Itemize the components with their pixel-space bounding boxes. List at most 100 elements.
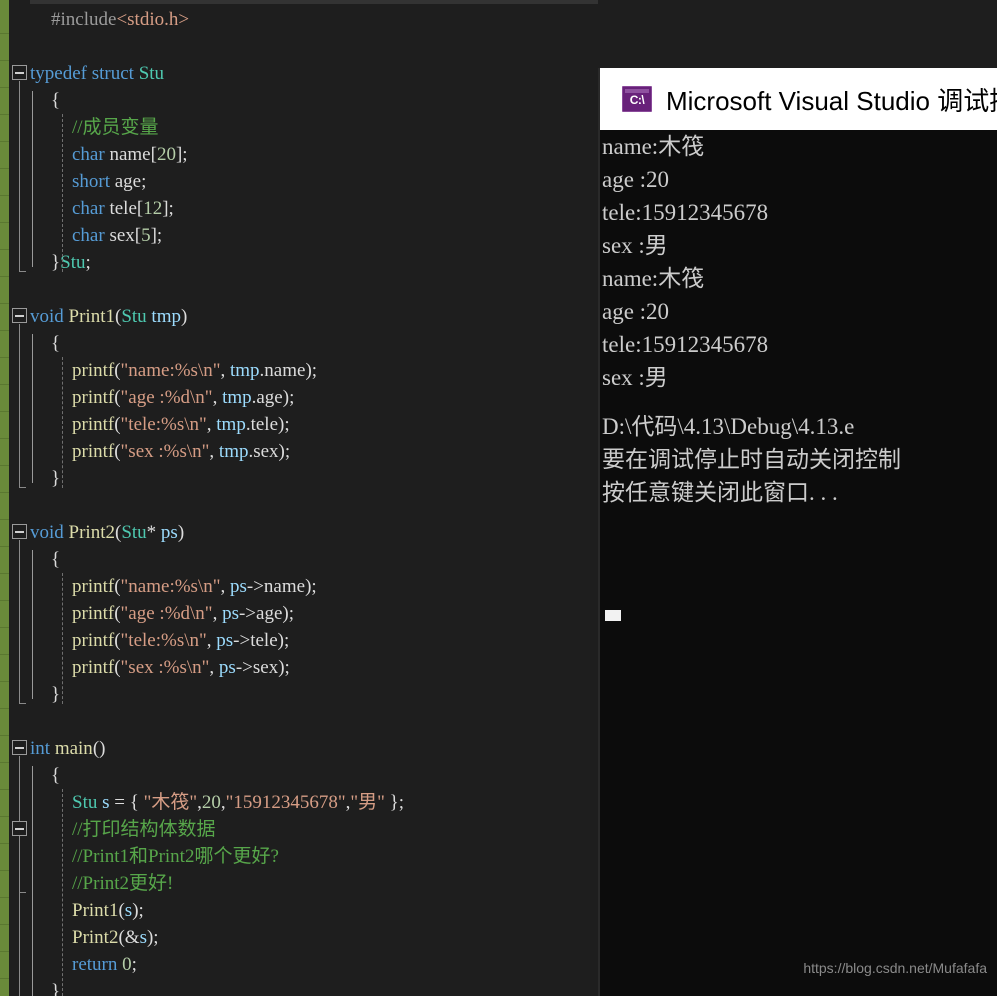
watermark-url: https://blog.csdn.net/Mufafafa (803, 960, 987, 976)
code-token: s (139, 927, 147, 948)
code-token: { (51, 90, 61, 111)
code-line: printf("tele:%s\n", tmp.tele); (72, 411, 290, 438)
code-token: "age :%d\n" (120, 603, 213, 624)
change-strip-separator (0, 114, 9, 115)
fold-collapse-button[interactable] (12, 308, 27, 323)
indent-guide (62, 357, 63, 488)
change-strip-separator (0, 330, 9, 331)
code-token: main (54, 738, 93, 759)
code-editor-pane[interactable]: #include<stdio.h> typedef struct Stu { //成员… (0, 0, 598, 996)
code-token: "name:%s\n" (120, 576, 221, 597)
console-title-bar[interactable]: C:\ Microsoft Visual Studio 调试控制台 (600, 68, 997, 130)
code-line: }Stu; (51, 249, 91, 276)
console-cursor (605, 610, 621, 621)
code-token: s (102, 792, 110, 813)
code-line: //Print2更好! (72, 870, 173, 897)
code-token: "tele:%s\n" (120, 630, 207, 651)
console-icon-label: C:\ (629, 93, 645, 107)
fold-collapse-button[interactable] (12, 821, 27, 836)
code-token: , (220, 360, 230, 381)
console-exit-line: 按任意键关闭此窗口. . . (602, 480, 838, 505)
console-output-line: tele:15912345678 (602, 332, 769, 357)
code-token: .name); (259, 360, 318, 381)
code-token: char (72, 198, 105, 219)
code-token: , (206, 414, 217, 435)
code-token: ); (132, 900, 144, 921)
change-strip-separator (0, 897, 9, 898)
code-token: //Print2更好! (72, 873, 174, 894)
code-line: printf("age :%d\n", ps->age); (72, 600, 294, 627)
console-output-line: name:木筏 (602, 134, 705, 159)
code-token: tmp (216, 414, 246, 435)
code-token: age; (110, 171, 147, 192)
console-window-title: Microsoft Visual Studio 调试控制台 (666, 85, 997, 116)
fold-collapse-button[interactable] (12, 524, 27, 539)
code-token: * (146, 522, 161, 543)
code-token: "15912345678" (225, 792, 346, 813)
brace-guide (32, 766, 33, 996)
code-line: printf("name:%s\n", tmp.name); (72, 357, 317, 384)
brace-guide (32, 550, 33, 699)
change-strip-separator (0, 411, 9, 412)
change-strip-separator (0, 492, 9, 493)
change-strip-separator (0, 60, 9, 61)
code-token: printf (72, 603, 115, 624)
change-strip-separator (0, 870, 9, 871)
code-token: { (51, 549, 61, 570)
console-app-icon: C:\ (622, 86, 652, 112)
code-line: { (51, 330, 60, 357)
change-strip-separator (0, 924, 9, 925)
brace-guide (32, 91, 33, 267)
code-token: "sex :%s\n" (120, 657, 210, 678)
code-line: int main() (30, 735, 105, 762)
code-line: char tele[12]; (72, 195, 174, 222)
change-strip-separator (0, 249, 9, 250)
code-token: <stdio.h> (116, 9, 190, 30)
code-token: printf (72, 576, 115, 597)
fold-bracket-foot (19, 703, 26, 704)
change-strip-separator (0, 438, 9, 439)
fold-bracket-line (19, 81, 20, 271)
code-token: #include (51, 9, 117, 30)
code-line: #include<stdio.h> (51, 6, 189, 33)
code-token: ->age); (238, 603, 294, 624)
code-token: } (51, 981, 61, 996)
code-line: typedef struct Stu (30, 60, 164, 87)
code-token: , (206, 630, 217, 651)
code-token: char (72, 144, 105, 165)
code-token: "木筏" (143, 792, 198, 813)
code-token: sex (104, 225, 135, 246)
debug-console-window[interactable]: C:\ Microsoft Visual Studio 调试控制台 name:木… (598, 68, 997, 996)
change-strip-separator (0, 465, 9, 466)
code-line: { (51, 762, 60, 789)
console-output-area[interactable]: name:木筏 age :20 tele:15912345678 sex :男 name… (600, 130, 997, 996)
code-token: }; (384, 792, 405, 813)
code-text-area[interactable]: #include<stdio.h> typedef struct Stu { //成员… (30, 0, 598, 996)
fold-collapse-button[interactable] (12, 65, 27, 80)
code-line: Stu s = { "木筏",20,"15912345678","男" }; (72, 789, 404, 816)
code-line: //成员变量 (72, 114, 159, 141)
change-strip-separator (0, 87, 9, 88)
code-token: ) (177, 522, 185, 543)
code-token: , (209, 441, 219, 462)
code-token: printf (72, 360, 115, 381)
outline-fold-margin[interactable] (9, 0, 30, 996)
code-token: Print2 (68, 522, 115, 543)
code-token: struct (91, 63, 134, 84)
code-token: ->sex); (235, 657, 290, 678)
code-token: } (51, 468, 61, 489)
code-token: Print1 (68, 306, 115, 327)
code-line: printf("sex :%s\n", ps->sex); (72, 654, 290, 681)
code-token: Stu (138, 63, 165, 84)
console-output-line: name:木筏 (602, 266, 705, 291)
code-line: } (51, 465, 60, 492)
code-token: ps (218, 657, 236, 678)
fold-collapse-button[interactable] (12, 740, 27, 755)
code-token: //Print1和Print2哪个更好? (72, 846, 279, 867)
fold-bracket-foot (19, 487, 26, 488)
code-token: printf (72, 414, 115, 435)
code-line: } (51, 978, 60, 996)
code-token: tele (104, 198, 137, 219)
change-strip-separator (0, 573, 9, 574)
